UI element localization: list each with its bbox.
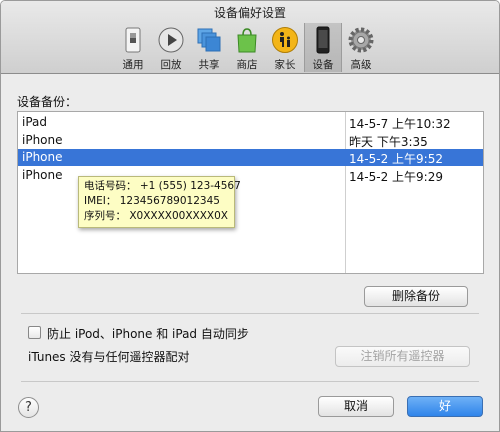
divider [21,313,479,314]
row-device-name: iPad [22,115,48,129]
delete-backup-button[interactable]: 删除备份 [364,286,468,307]
prevent-sync-label: 防止 iPod、iPhone 和 iPad 自动同步 [47,327,249,341]
row-device-name: iPhone [22,168,63,182]
tooltip-imei: IMEI： 123456789012345 [84,195,220,207]
tab-devices[interactable]: 设备 [304,23,342,72]
store-bag-icon [237,28,257,53]
tab-parental[interactable]: 家长 [266,23,304,72]
title-toolbar: 设备偏好设置 通用 回放 共享 商店 家长 设备 高级 [1,1,499,74]
preferences-toolbar: 通用 回放 共享 商店 家长 设备 高级 [114,23,380,73]
help-button[interactable]: ? [18,397,39,418]
window-title: 设备偏好设置 [213,6,286,20]
tab-playback[interactable]: 回放 [152,23,190,72]
row-device-name: iPhone [22,150,63,164]
ok-button[interactable]: 好 [407,396,483,417]
backups-label: 设备备份： [17,95,78,109]
preferences-window: 设备偏好设置 通用 回放 共享 商店 家长 设备 高级 设备备份： iPad 1… [0,0,500,432]
unregister-remotes-button[interactable]: 注销所有遥控器 [335,346,470,367]
device-iphone-icon [316,26,330,54]
tooltip-phone: 电话号码： +1 (555) 123-4567 [84,180,241,192]
table-row[interactable]: iPad 14-5-7 上午10:32 [18,114,483,131]
device-info-tooltip: 电话号码： +1 (555) 123-4567 IMEI： 1234567890… [78,176,241,228]
advanced-gear-icon [348,27,374,53]
table-row-selected[interactable]: iPhone 14-5-2 上午9:52 [18,149,483,166]
tab-sharing[interactable]: 共享 [190,23,228,72]
row-backup-date: 14-5-2 上午9:52 [349,152,443,166]
row-backup-date: 14-5-2 上午9:29 [349,170,443,184]
tooltip-serial: 序列号： X0XXXX00XXXX0X [84,210,228,222]
playback-icon [158,27,184,53]
divider [21,381,479,382]
table-row[interactable]: iPhone 昨天 下午3:35 [18,132,483,149]
row-device-name: iPhone [22,133,63,147]
row-backup-date: 14-5-7 上午10:32 [349,117,451,131]
cancel-button[interactable]: 取消 [318,396,394,417]
prevent-sync-checkbox[interactable] [28,326,41,339]
general-switch-icon [125,27,141,53]
parental-icon [272,27,298,53]
sharing-icon [197,28,221,52]
row-backup-date: 昨天 下午3:35 [349,135,428,149]
tab-store[interactable]: 商店 [228,23,266,72]
tab-general[interactable]: 通用 [114,23,152,72]
tab-advanced[interactable]: 高级 [342,23,380,72]
remote-status-text: iTunes 没有与任何遥控器配对 [28,350,190,364]
